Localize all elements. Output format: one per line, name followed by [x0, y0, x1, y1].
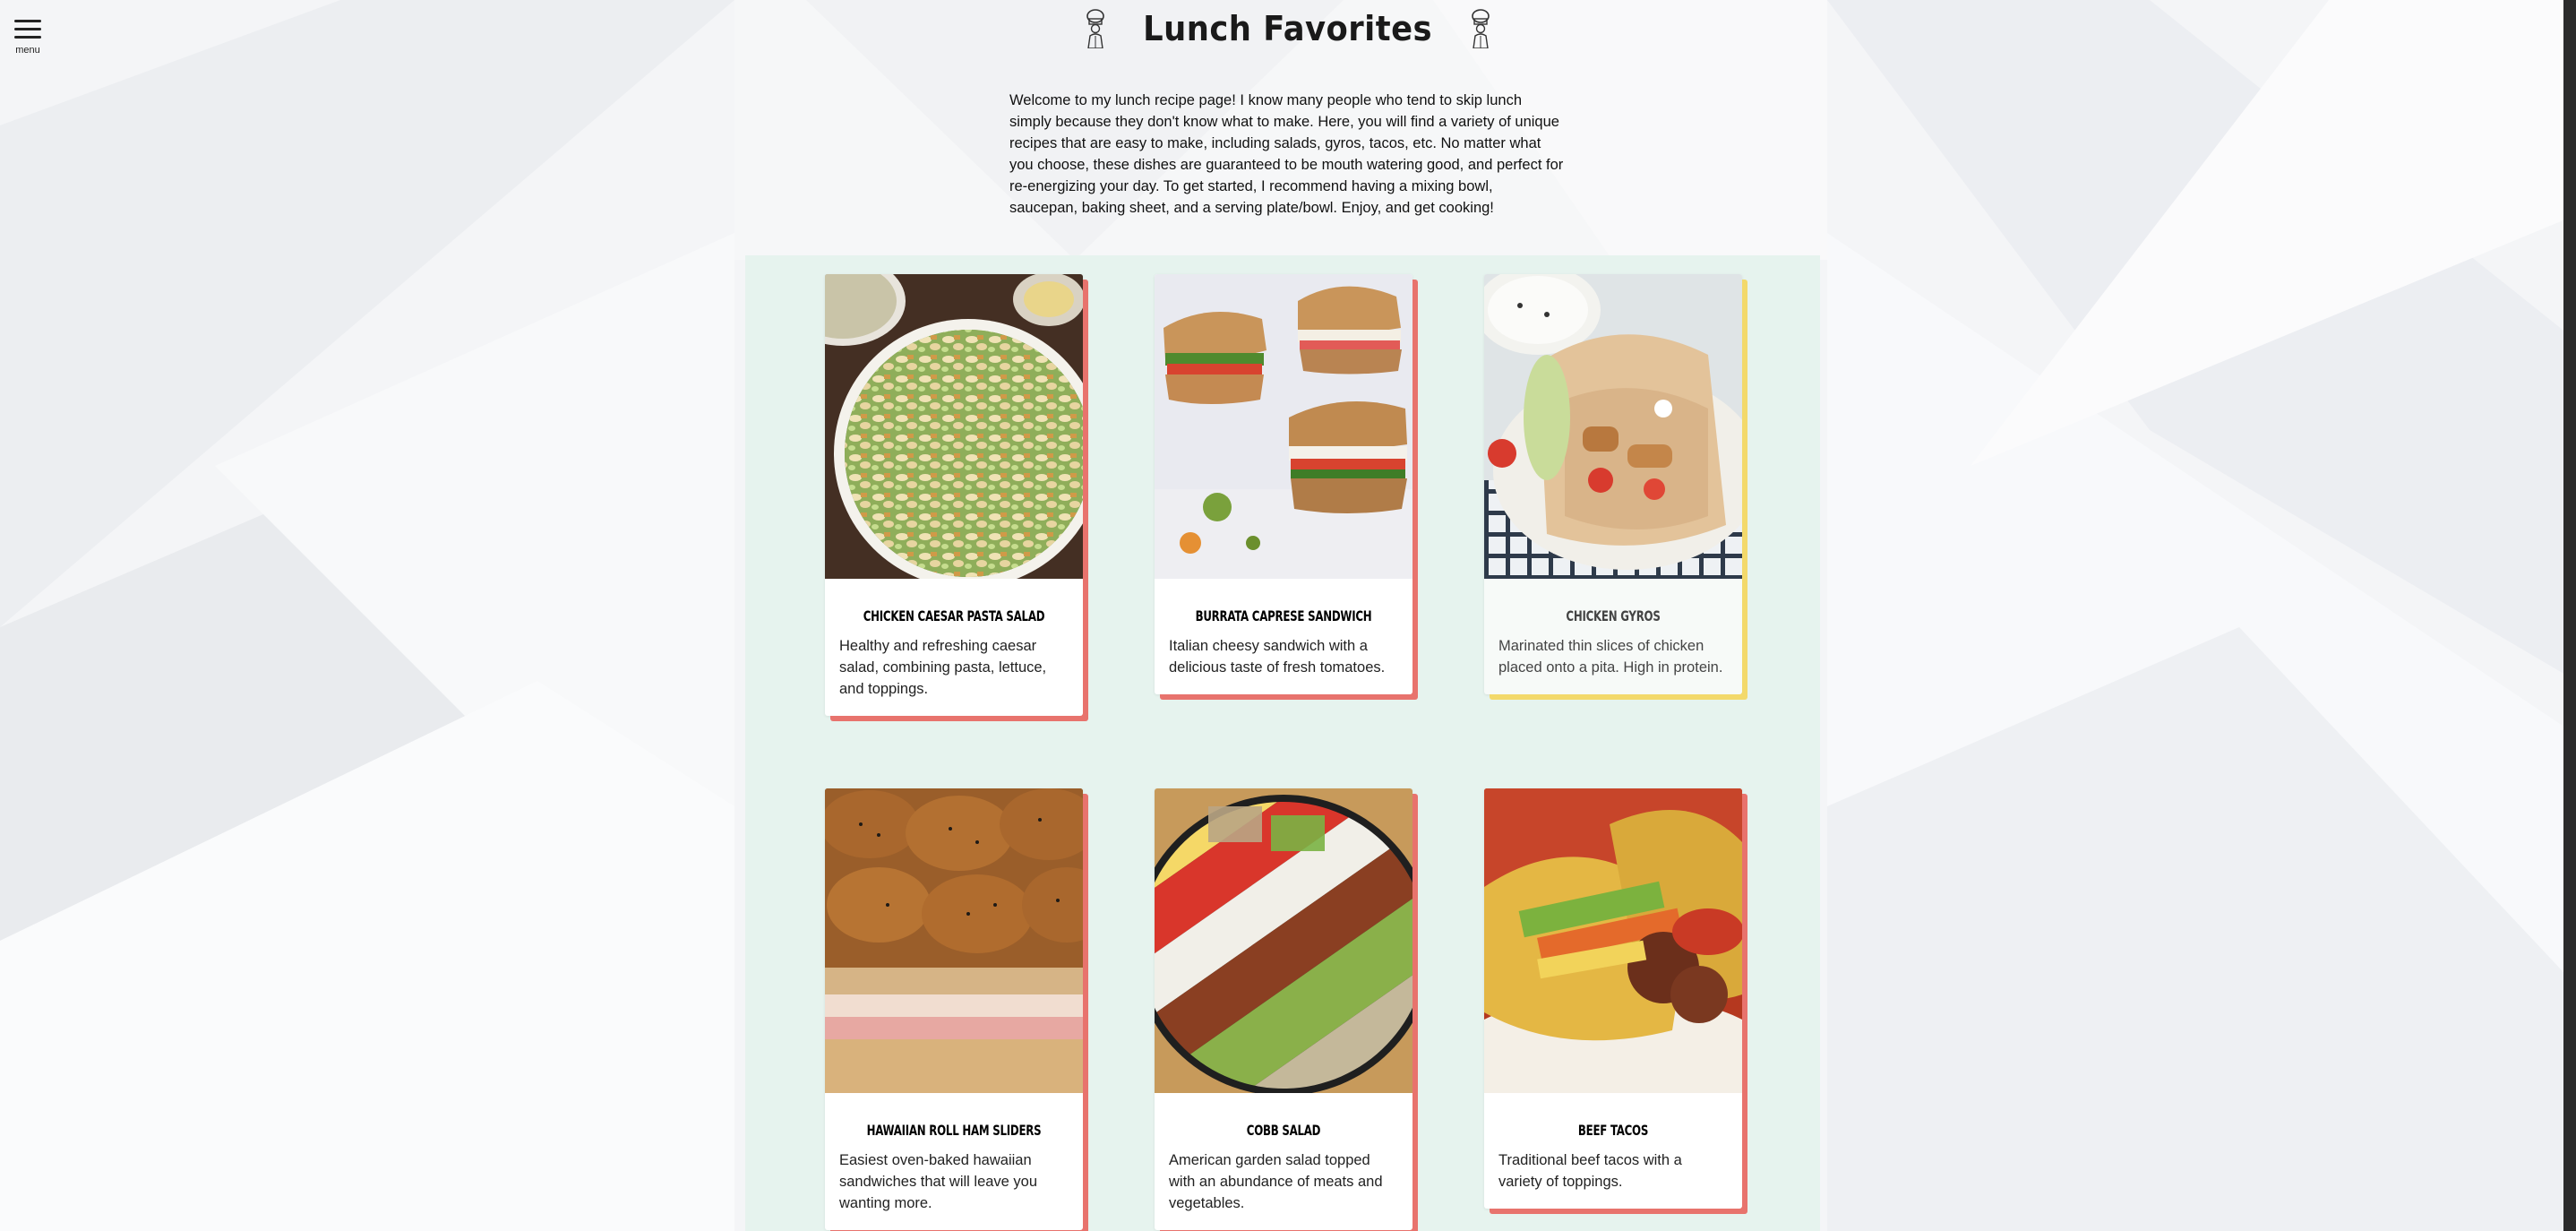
page-header: Lunch Favorites	[0, 9, 2576, 48]
recipe-card[interactable]: Beef Tacos Traditional beef tacos with a…	[1484, 788, 1742, 1209]
intro-text: Welcome to my lunch recipe page! I know …	[1009, 92, 1564, 216]
menu-label: menu	[15, 45, 40, 56]
hamburger-icon	[14, 20, 41, 39]
recipe-title: Hawaiian Roll Ham Sliders	[866, 1122, 1042, 1139]
chef-icon	[1471, 9, 1490, 48]
recipe-title: Cobb Salad	[1246, 1122, 1321, 1139]
recipe-card[interactable]: Hawaiian Roll Ham Sliders Easiest oven-b…	[825, 788, 1083, 1230]
menu-button[interactable]: menu	[13, 20, 43, 56]
recipe-photo-chicken-gyros	[1484, 274, 1742, 579]
recipe-card[interactable]: Chicken Gyros Marinated thin slices of c…	[1484, 274, 1742, 694]
chef-icon	[1086, 9, 1105, 48]
recipe-title: Chicken Gyros	[1566, 607, 1661, 624]
recipe-description: American garden salad topped with an abu…	[1169, 1152, 1383, 1211]
recipe-card[interactable]: Cobb Salad American garden salad topped …	[1155, 788, 1413, 1230]
recipe-card[interactable]: Chicken Caesar Pasta Salad Healthy and r…	[825, 274, 1083, 716]
recipe-photo-ham-sliders	[825, 788, 1083, 1093]
recipe-title: Burrata Caprese Sandwich	[1195, 607, 1372, 624]
recipe-description: Marinated thin slices of chicken placed …	[1498, 638, 1723, 676]
recipe-title: Beef Tacos	[1577, 1122, 1649, 1139]
recipe-description: Easiest oven-baked hawaiian sandwiches t…	[839, 1152, 1038, 1211]
recipe-description: Healthy and refreshing caesar salad, com…	[839, 638, 1047, 697]
recipe-description: Traditional beef tacos with a variety of…	[1498, 1152, 1682, 1190]
recipe-photo-pasta-salad	[825, 274, 1083, 579]
recipe-photo-caprese-sandwich	[1155, 274, 1413, 579]
recipe-description: Italian cheesy sandwich with a delicious…	[1169, 638, 1386, 676]
recipe-photo-beef-tacos	[1484, 788, 1742, 1093]
page-title: Lunch Favorites	[1143, 9, 1433, 48]
recipe-title: Chicken Caesar Pasta Salad	[863, 607, 1045, 624]
recipe-card[interactable]: Burrata Caprese Sandwich Italian cheesy …	[1155, 274, 1413, 694]
recipe-photo-cobb-salad	[1155, 788, 1413, 1093]
